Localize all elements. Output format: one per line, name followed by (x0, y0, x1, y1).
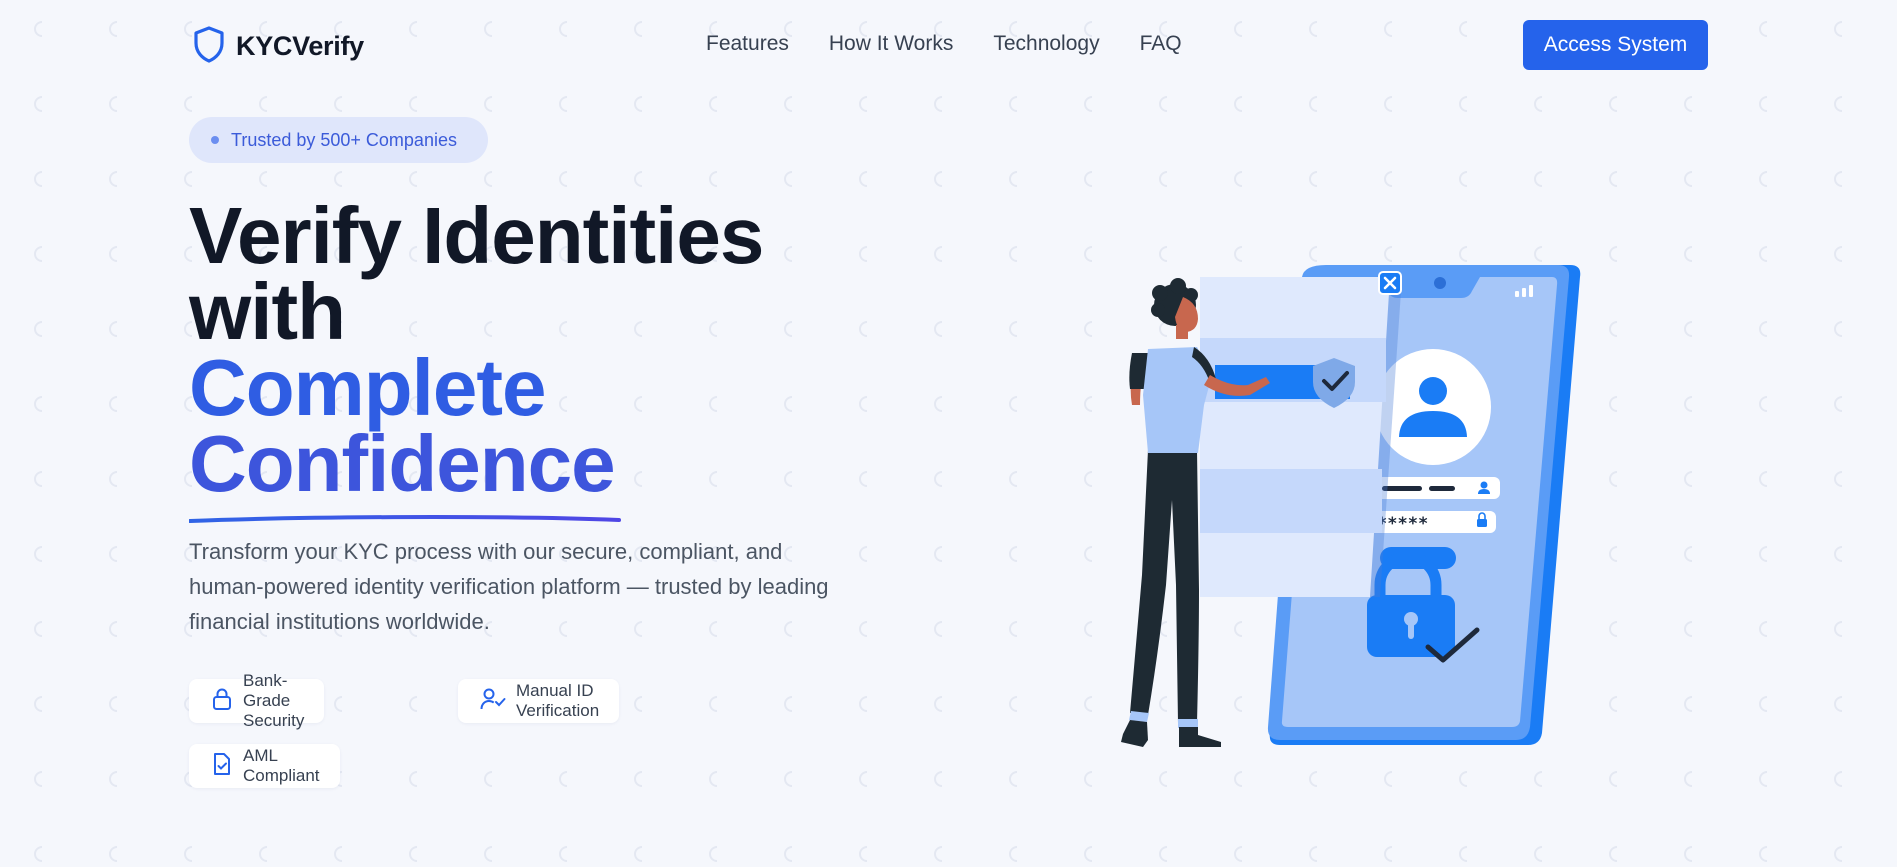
hero-headline: Verify Identities with Complete Confiden… (189, 191, 889, 508)
headline-highlight-1: Complete (189, 343, 547, 432)
feature-chip-aml: AML Compliant (189, 744, 340, 788)
password-field: ***** (1370, 511, 1496, 534)
username-field (1370, 477, 1500, 499)
user-check-icon (480, 687, 506, 716)
badge-text: Trusted by 500+ Companies (231, 129, 457, 150)
file-check-icon (211, 752, 233, 781)
document-panel (1200, 277, 1390, 597)
headline-line-1: Verify Identities (189, 191, 764, 280)
feature-chip-manual-id: Manual ID Verification (458, 679, 620, 723)
camera-icon (1434, 277, 1446, 289)
nav-link-technology[interactable]: Technology (993, 32, 1099, 56)
identity-verification-illustration: ***** (1121, 265, 1581, 747)
lock-icon (211, 687, 233, 716)
feature-chip-label: Bank-Grade Security (243, 671, 305, 730)
headline-highlight-2: Confidence (189, 419, 616, 508)
headline-line-2: with (189, 267, 346, 356)
hero-description: Transform your KYC process with our secu… (189, 539, 829, 634)
nav-link-faq[interactable]: FAQ (1140, 32, 1182, 56)
shield-icon (192, 25, 226, 68)
badge-dot (211, 136, 219, 144)
brand-name: KYCVerify (236, 31, 364, 61)
nav-link-how-it-works[interactable]: How It Works (829, 32, 953, 56)
feature-chip-label: Manual ID Verification (516, 681, 600, 720)
brand-logo[interactable]: KYCVerify (192, 25, 364, 68)
feature-chip-label: AML Compliant (243, 746, 320, 785)
trust-badge: Trusted by 500+ Companies (189, 117, 488, 163)
nav-link-features[interactable]: Features (706, 32, 789, 56)
feature-chip-security: Bank-Grade Security (189, 671, 325, 730)
access-system-button[interactable]: Access System (1523, 20, 1708, 70)
headline-underline (189, 515, 621, 523)
close-icon (1378, 271, 1402, 295)
navbar: KYCVerify Features How It Works Technolo… (0, 0, 1897, 90)
nav-links: Features How It Works Technology FAQ (706, 32, 1182, 56)
